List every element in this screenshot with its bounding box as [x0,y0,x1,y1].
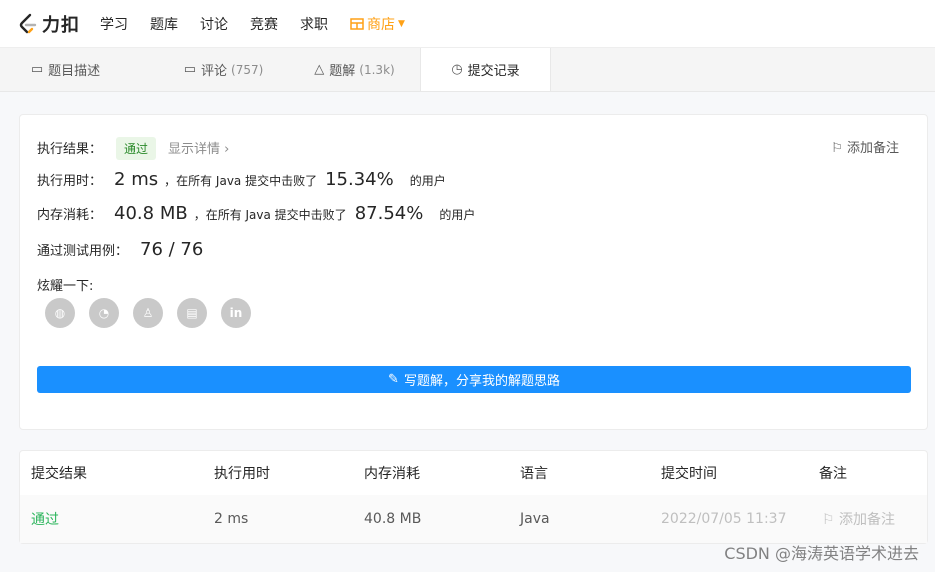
header-runtime: 执行用时 [214,466,270,482]
top-nav: 力扣 学习 题库 讨论 竞赛 求职 商店 ▼ [0,0,935,48]
share-label: 炫耀一下: [37,279,94,294]
description-icon: ▭ [30,62,44,77]
row-add-note-label: 添加备注 [839,512,896,528]
flag-icon: ⚐ [822,512,835,528]
result-row: 执行结果： 通过 显示详情 › [37,137,229,160]
header-memory: 内存消耗 [364,466,420,482]
douban-icon[interactable]: ▤ [177,298,207,328]
nav-item-problems[interactable]: 题库 [150,14,178,34]
submission-result-card: 执行结果： 通过 显示详情 › ⚐ 添加备注 执行用时： 2 ms ，在所有 J… [19,114,928,430]
clock-icon: ◷ [451,62,463,77]
row-result[interactable]: 通过 [31,509,59,529]
tab-label: 提交记录 [467,64,520,79]
result-label: 执行结果： [37,142,103,157]
wechat-icon[interactable]: ◍ [45,298,75,328]
header-language: 语言 [520,466,548,482]
row-memory: 40.8 MB [364,511,422,527]
memory-percentile: 87.54% [354,203,424,224]
memory-value: 40.8 MB [114,203,188,224]
add-note-label: 添加备注 [846,141,899,156]
runtime-suffix: 的用户 [409,174,446,188]
nav-item-discuss[interactable]: 讨论 [200,14,228,34]
flask-icon: △ [314,62,325,77]
runtime-label: 执行用时： [37,174,103,189]
row-add-note[interactable]: ⚐ 添加备注 [822,509,895,529]
tab-description[interactable]: ▭ 题目描述 [0,48,131,91]
watermark: CSDN @海涛英语学术进去 [724,544,919,563]
memory-row: 内存消耗： 40.8 MB ，在所有 Java 提交中击败了 87.54% 的用… [37,203,475,224]
testcases-label: 通过测试用例： [37,244,129,259]
status-badge: 通过 [116,137,157,160]
write-solution-button[interactable]: ✎ 写题解，分享我的解题思路 [37,366,911,393]
share-label-row: 炫耀一下: [37,275,93,294]
chevron-down-icon: ▼ [398,18,405,29]
submissions-table: 提交结果 执行用时 内存消耗 语言 提交时间 备注 通过 2 ms 40.8 M… [19,450,928,544]
logo[interactable]: 力扣 [18,11,80,37]
qq-icon[interactable]: ♙ [133,298,163,328]
tab-label: 评论 [201,64,228,79]
header-result: 提交结果 [31,466,87,482]
table-header: 提交结果 执行用时 内存消耗 语言 提交时间 备注 [20,451,927,495]
weibo-icon[interactable]: ◔ [89,298,119,328]
store-label: 商店 [367,16,395,33]
leetcode-logo-icon [19,13,37,33]
add-note-button[interactable]: ⚐ 添加备注 [831,137,899,156]
tab-comments[interactable]: ▭ 评论 (757) [158,48,289,91]
flag-icon: ⚐ [831,141,843,156]
tab-label: 题目描述 [48,64,101,79]
runtime-row: 执行用时： 2 ms ，在所有 Java 提交中击败了 15.34% 的用户 [37,169,446,190]
nav-item-store[interactable]: 商店 ▼ [350,14,405,34]
runtime-value: 2 ms [114,169,159,190]
testcases-row: 通过测试用例： 76 / 76 [37,239,203,260]
tab-count: (757) [231,62,264,77]
tab-submissions[interactable]: ◷ 提交记录 [420,48,551,91]
pencil-icon: ✎ [388,372,399,387]
memory-label: 内存消耗： [37,208,103,223]
write-solution-label: 写题解，分享我的解题思路 [403,374,560,389]
nav-item-study[interactable]: 学习 [100,14,128,34]
problem-tabs: ▭ 题目描述 ▭ 评论 (757) △ 题解 (1.3k) ◷ 提交记录 [0,48,935,92]
runtime-text: ，在所有 Java 提交中击败了 [164,174,318,188]
nav-item-contest[interactable]: 竞赛 [250,14,278,34]
header-note: 备注 [819,466,847,482]
tab-label: 题解 [329,64,356,79]
row-time: 2022/07/05 11:37 [661,511,787,527]
nav-item-jobs[interactable]: 求职 [300,14,328,34]
memory-suffix: 的用户 [439,208,476,222]
table-row[interactable]: 通过 2 ms 40.8 MB Java 2022/07/05 11:37 ⚐ … [20,495,927,543]
row-language: Java [520,511,550,527]
runtime-percentile: 15.34% [325,169,394,190]
linkedin-icon[interactable]: in [221,298,251,328]
share-buttons: ◍ ◔ ♙ ▤ in [45,298,265,328]
memory-text: ，在所有 Java 提交中击败了 [193,208,347,222]
comment-icon: ▭ [183,62,196,77]
row-runtime: 2 ms [214,511,249,527]
store-icon [350,17,364,30]
testcases-value: 76 / 76 [140,239,204,260]
logo-text: 力扣 [42,14,80,36]
tab-solutions[interactable]: △ 题解 (1.3k) [289,48,420,91]
header-time: 提交时间 [661,466,717,482]
show-details-link[interactable]: 显示详情 › [168,138,229,157]
tab-count: (1.3k) [359,62,395,77]
